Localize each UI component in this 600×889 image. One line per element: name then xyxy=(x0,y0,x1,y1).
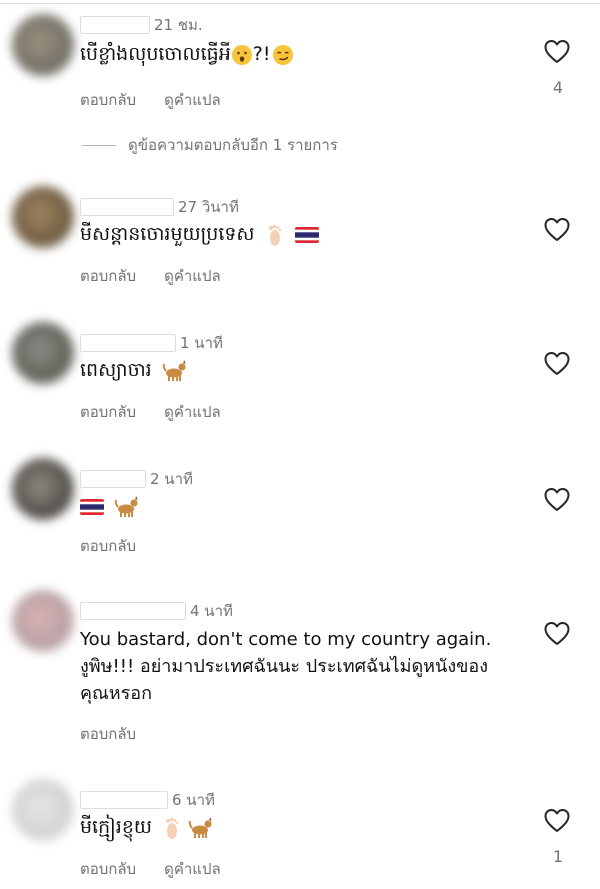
comment-meta: 1 นาที xyxy=(80,332,223,354)
dog-icon xyxy=(162,359,186,381)
comment-text xyxy=(80,492,520,520)
reply-thread-line xyxy=(82,144,116,146)
see-translation-button[interactable]: ดูคำแปล xyxy=(164,857,221,881)
comment-meta: 4 นาที xyxy=(80,600,233,622)
username-redacted[interactable] xyxy=(80,198,174,216)
comment-actions: ตอบกลับ ดูคำแปล xyxy=(80,400,249,424)
reply-button[interactable]: ตอบกลับ xyxy=(80,857,136,881)
heart-icon[interactable] xyxy=(543,807,571,835)
comment-time: 21 ชม. xyxy=(154,16,203,34)
dog-icon xyxy=(114,495,138,517)
thai-flag-icon xyxy=(80,498,104,515)
username-redacted[interactable] xyxy=(80,791,168,809)
smirking-face-icon xyxy=(273,44,294,65)
like-count: 1 xyxy=(552,847,564,866)
username-redacted[interactable] xyxy=(80,16,150,34)
reply-button[interactable]: ตอบกลับ xyxy=(80,534,136,558)
see-translation-button[interactable]: ดูคำแปล xyxy=(164,400,221,424)
see-translation-button[interactable]: ดูคำแปล xyxy=(164,264,221,288)
comment-text: You bastard, don't come to my country ag… xyxy=(80,629,492,704)
comment-text: មីសន្តានចោរមួយប្រទេស xyxy=(80,220,520,248)
top-divider xyxy=(0,3,600,4)
see-translation-button[interactable]: ดูคำแปล xyxy=(164,88,221,112)
comment-text: មីក្មៀរខ្ញុយ xyxy=(80,813,520,841)
comment-actions: ตอบกลับ xyxy=(80,534,164,558)
username-redacted[interactable] xyxy=(80,470,146,488)
avatar[interactable] xyxy=(12,458,74,520)
comment-text: ពេស្យាចារ xyxy=(80,356,520,384)
comment-text: បើខ្លាំងលុបចោលធ្វើអី?! xyxy=(80,40,520,68)
reply-button[interactable]: ตอบกลับ xyxy=(80,722,136,746)
comment-time: 27 วินาที xyxy=(178,198,239,216)
heart-icon[interactable] xyxy=(543,620,571,648)
comment-actions: ตอบกลับ ดูคำแปล xyxy=(80,857,249,881)
avatar[interactable] xyxy=(12,322,74,384)
view-more-replies[interactable]: ดูข้อความตอบกลับอีก 1 รายการ xyxy=(82,133,338,157)
hushed-face-icon xyxy=(231,44,252,65)
dog-icon xyxy=(188,816,212,838)
avatar[interactable] xyxy=(12,186,74,248)
avatar[interactable] xyxy=(12,779,74,841)
comment-meta: 21 ชม. xyxy=(80,14,203,36)
comment-meta: 2 นาที xyxy=(80,468,193,490)
like-count: 4 xyxy=(552,78,564,97)
comment-time: 4 นาที xyxy=(190,602,233,620)
comment-actions: ตอบกลับ ดูคำแปล xyxy=(80,88,249,112)
reply-button[interactable]: ตอบกลับ xyxy=(80,264,136,288)
comment-time: 2 นาที xyxy=(150,470,193,488)
heart-icon[interactable] xyxy=(543,38,571,66)
username-redacted[interactable] xyxy=(80,602,186,620)
comment-meta: 6 นาที xyxy=(80,789,215,811)
username-redacted[interactable] xyxy=(80,334,176,352)
comment-actions: ตอบกลับ ดูคำแปล xyxy=(80,264,249,288)
foot-icon xyxy=(166,817,179,839)
comment-time: 1 นาที xyxy=(180,334,223,352)
reply-button[interactable]: ตอบกลับ xyxy=(80,88,136,112)
view-more-replies-label: ดูข้อความตอบกลับอีก 1 รายการ xyxy=(128,136,338,154)
comment-meta: 27 วินาที xyxy=(80,196,239,218)
heart-icon[interactable] xyxy=(543,486,571,514)
comment-time: 6 นาที xyxy=(172,791,215,809)
reply-button[interactable]: ตอบกลับ xyxy=(80,400,136,424)
heart-icon[interactable] xyxy=(543,216,571,244)
foot-icon xyxy=(268,224,281,246)
comment-actions: ตอบกลับ xyxy=(80,722,164,746)
thai-flag-icon xyxy=(294,226,319,243)
avatar[interactable] xyxy=(12,14,74,76)
avatar[interactable] xyxy=(12,590,74,652)
heart-icon[interactable] xyxy=(543,350,571,378)
